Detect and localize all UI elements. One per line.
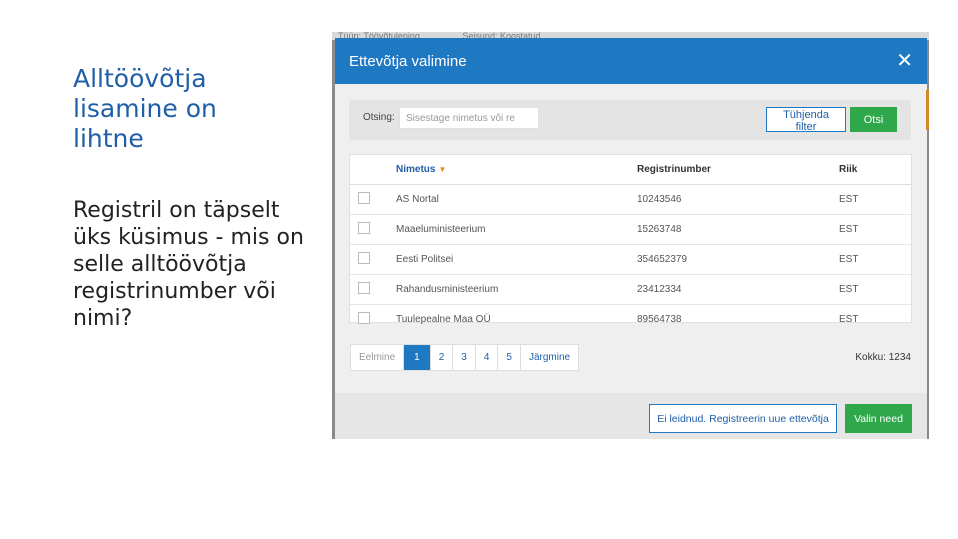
pagination-page-5[interactable]: 5 [498,345,521,370]
modal-body: Otsing: Tühjenda filter Otsi Nimetus▼ Re… [335,84,927,393]
row-name: Maaeluministeerium [395,214,636,245]
table-header-row: Nimetus ▼ Registrinumber Riik [350,155,911,185]
search-button[interactable]: Otsi [850,107,897,132]
pagination: Eelmine 1 2 3 4 5 Järgmine [350,344,580,371]
pagination-next[interactable]: Järgmine [521,345,578,370]
pagination-page-1[interactable]: 1 [404,345,431,370]
select-button[interactable]: Valin need [845,404,912,433]
row-checkbox[interactable] [358,221,370,234]
pagination-prev[interactable]: Eelmine [351,345,405,370]
row-country: EST [838,214,911,245]
row-name: Rahandusministeerium [395,274,636,305]
table-row[interactable]: Rahandusministeerium 23412334 EST [350,274,911,305]
table-row[interactable]: Eesti Politsei 354652379 EST [350,244,911,275]
row-name: Tuulepealne Maa OÜ [396,313,491,325]
column-header-country[interactable]: Riik [838,155,911,185]
row-name: Eesti Politsei [395,244,636,275]
row-checkbox[interactable] [358,191,370,204]
pagination-page-3[interactable]: 3 [453,345,476,370]
modal-footer: Ei leidnud. Registreerin uue ettevõtja V… [335,393,927,439]
modal-header: Ettevõtja valimine ✕ [335,38,927,84]
row-regnumber: 10243546 [636,184,838,215]
select-column-header [350,155,395,185]
row-checkbox[interactable] [358,251,370,264]
slide-body: Registril on täpselt üks küsimus - mis o… [73,198,304,331]
row-country: EST [838,184,911,215]
row-country: EST [838,274,911,305]
sort-desc-icon: ▼ [438,164,447,174]
column-header-name-label: Nimetus [396,163,436,175]
table-row[interactable]: AS Nortal 10243546 EST [350,184,911,215]
row-regnumber: 89564738 [637,313,682,325]
modal-title: Ettevõtja valimine [349,52,467,70]
row-checkbox[interactable] [358,311,370,324]
screenshot-frame: Tüüp: Töövõtuleping Seisund: Koostatud E… [332,32,929,439]
row-country: EST [839,313,859,325]
row-regnumber: 23412334 [636,274,838,305]
clear-filter-button[interactable]: Tühjenda filter [766,107,846,133]
company-select-modal: Ettevõtja valimine ✕ Otsing: Tühjenda fi… [335,38,927,439]
search-label: Otsing: [363,112,395,123]
column-header-regnumber[interactable]: Registrinumber [636,155,838,185]
search-panel: Otsing: Tühjenda filter Otsi [349,100,911,140]
background-page-edge [926,90,929,130]
search-input[interactable] [399,107,539,129]
pagination-page-2[interactable]: 2 [431,345,454,370]
row-regnumber: 354652379 [636,244,838,275]
table-row[interactable]: Tuulepealne Maa OÜ 89564738 EST [350,304,911,334]
pagination-page-4[interactable]: 4 [476,345,499,370]
row-name: AS Nortal [395,184,636,215]
close-icon[interactable]: ✕ [896,51,913,71]
table-row[interactable]: Maaeluministeerium 15263748 EST [350,214,911,245]
row-country: EST [838,244,911,275]
row-checkbox[interactable] [358,281,370,294]
row-regnumber: 15263748 [636,214,838,245]
register-new-company-button[interactable]: Ei leidnud. Registreerin uue ettevõtja [649,404,837,433]
company-table: Nimetus ▼ Registrinumber Riik AS Nortal 1… [349,154,912,325]
column-header-name[interactable]: Nimetus ▼ [395,155,636,185]
slide-title: Alltöövõtja lisamine on lihtne [73,64,217,153]
total-count: Kokku: 1234 [855,352,911,363]
